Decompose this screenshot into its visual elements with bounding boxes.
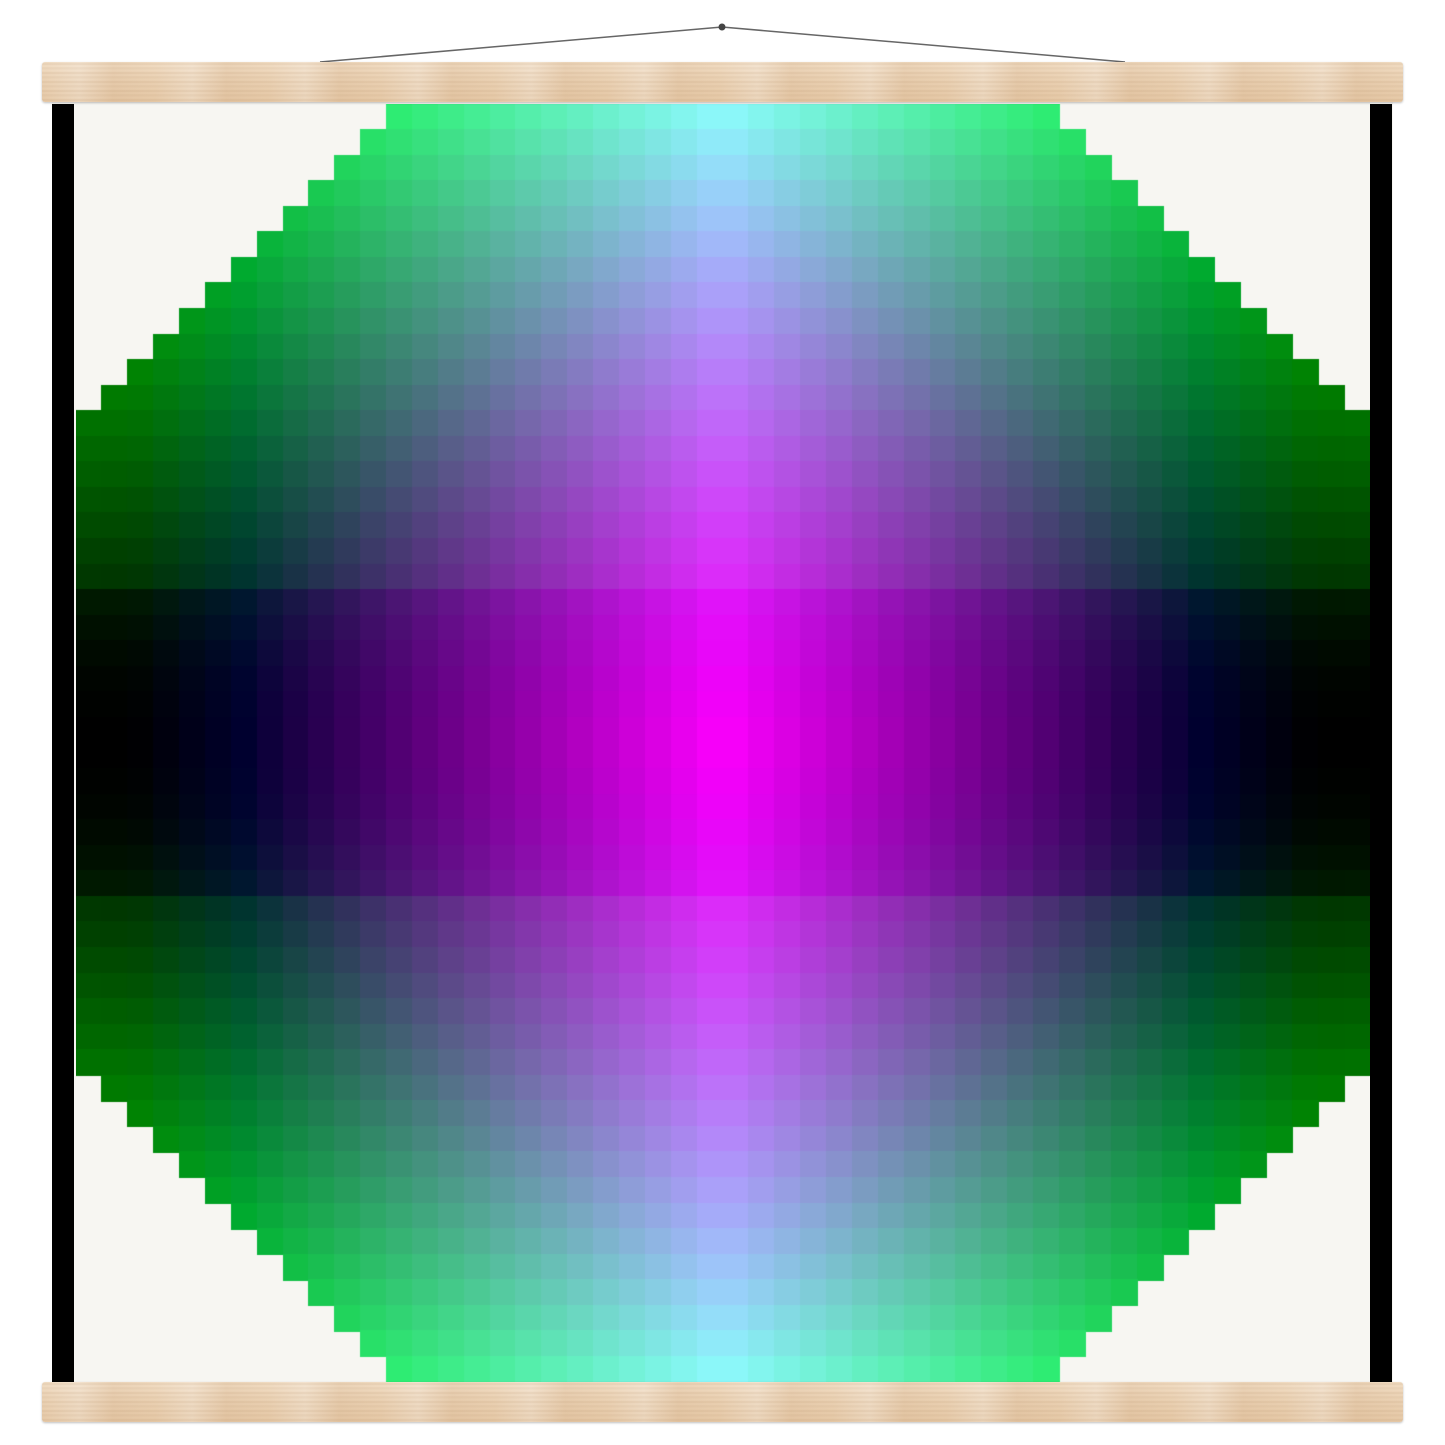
left-black-edge [52, 104, 74, 1382]
hanging-string-left [319, 26, 723, 63]
hanging-string-right [721, 26, 1126, 63]
pixel-gradient-artwork [76, 104, 1370, 1382]
top-wood-rail [42, 62, 1403, 102]
nail-dot [718, 23, 726, 31]
right-black-edge [1370, 104, 1392, 1382]
poster-stage [0, 0, 1445, 1445]
bottom-wood-rail [42, 1382, 1403, 1422]
